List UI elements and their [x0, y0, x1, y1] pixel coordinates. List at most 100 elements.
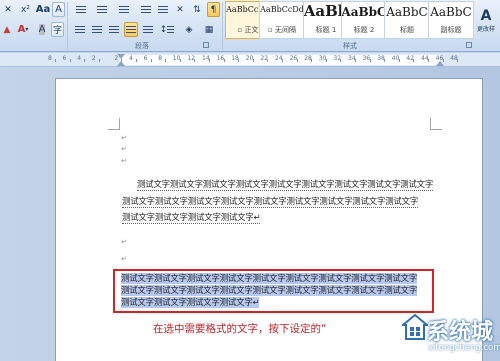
text-line[interactable]: 测试文字测试文字测试文字测试文字测试文字测试文字测试文字测试文字测试文字: [137, 179, 433, 191]
character-shading-button[interactable]: A: [36, 22, 48, 37]
numbered-list-icon: [97, 6, 107, 13]
style-tile-title[interactable]: AaBbC 标题: [384, 1, 430, 39]
align-center-icon: [92, 26, 102, 33]
borders-button[interactable]: ▦: [200, 22, 218, 37]
ruler-tick: [194, 59, 196, 62]
ruler-number: 2: [91, 55, 96, 62]
style-name: ▫ 正文: [237, 26, 259, 34]
align-right-button[interactable]: [107, 22, 121, 37]
change-styles-button[interactable]: A 更改样: [474, 1, 498, 39]
ruler-number: 4: [77, 55, 82, 62]
ruler-number: 6: [143, 55, 148, 62]
decrease-indent-button[interactable]: [139, 2, 153, 17]
styles-group-label: 样式: [343, 42, 357, 50]
line-spacing-button[interactable]: ↕: [158, 22, 176, 37]
bullet-list-button[interactable]: [72, 2, 90, 17]
house-logo-icon: [402, 313, 428, 340]
styles-dialog-launcher[interactable]: [466, 42, 472, 48]
first-line-indent-marker[interactable]: [117, 54, 125, 59]
style-sample: AaBbCcDd: [260, 5, 304, 14]
right-indent-marker[interactable]: [436, 61, 444, 66]
bullets-button[interactable]: ✕: [1, 2, 15, 17]
paragraph-mark: ↵: [121, 145, 127, 153]
ruler-tick: [136, 59, 137, 62]
ruler-tick: [238, 59, 240, 62]
enclose-character-button[interactable]: 字: [51, 22, 64, 37]
align-right-icon: [109, 26, 119, 33]
annotation-caption: 在选中需要格式的文字，按下设定的“: [153, 323, 327, 335]
ruler-tick: [179, 59, 181, 62]
align-left-icon: [75, 26, 85, 33]
paragraph-mark: ↵: [121, 238, 127, 246]
style-tile-heading-2[interactable]: AaBbC 标题 2: [341, 1, 387, 39]
ruler-tick: [296, 59, 298, 62]
margin-corner-marker: [430, 118, 442, 130]
ruler-tick: [209, 59, 210, 62]
align-center-button[interactable]: [90, 22, 104, 37]
paragraph-mark: ↵: [121, 134, 127, 142]
ruler-tick: [413, 59, 415, 62]
increase-indent-button[interactable]: [156, 2, 170, 17]
style-name: 标题 2: [353, 26, 375, 34]
ruler-tick: [98, 59, 100, 62]
margin-corner-marker: [108, 118, 120, 130]
style-name: ▫ 无间隔: [268, 26, 296, 34]
style-name: 副标题: [440, 26, 462, 34]
font-color-button[interactable]: A ▾: [14, 22, 32, 37]
multilevel-list-icon: [119, 6, 129, 13]
ruler-tick: [325, 59, 327, 62]
paragraph-group-label: 段落: [135, 42, 149, 50]
change-styles-icon: A: [480, 7, 492, 24]
style-tile-subtitle[interactable]: AaBbC 副标题: [428, 1, 474, 39]
ruler-tick: [428, 59, 429, 62]
superscript-button[interactable]: x²: [19, 2, 32, 17]
show-marks-button[interactable]: ¶: [207, 2, 220, 17]
ruler-tick: [69, 59, 71, 62]
align-left-button[interactable]: [73, 22, 87, 37]
distributed-button[interactable]: [141, 22, 155, 37]
justify-button[interactable]: [124, 22, 138, 37]
paragraph-mark: ↵: [121, 255, 127, 263]
ruler-tick: [252, 59, 254, 62]
ruler-tick: [223, 59, 225, 62]
style-tile-no-spacing[interactable]: AaBbCcDd ▫ 无间隔: [259, 1, 305, 39]
site-watermark: 系统城 xitongcheng.com: [400, 311, 500, 361]
ribbon: ✕ x² Aa A ✕ ⇅ ¶ ▲ A ▾ A 字 ↕ ◈ ▦ 段落 AaBbC…: [0, 0, 500, 52]
line-spacing-icon: [167, 26, 175, 33]
ruler-number: 8: [158, 55, 163, 62]
ruler-tick: [165, 59, 167, 62]
style-name: 标题: [400, 26, 414, 34]
ruler-tick: [282, 59, 283, 62]
horizontal-ruler[interactable]: 8 6 4 2 2 4 6 8 10 12 14 16 18 20 22 24 26 28 30 32 34 36 38 40…: [0, 53, 500, 67]
text-line[interactable]: 测试文字测试文字测试文字测试文字↵: [122, 212, 261, 224]
text-line[interactable]: 测试文字测试文字测试文字测试文字测试文字测试文字测试文字测试文字测试文字: [122, 196, 418, 208]
watermark-url: xitongcheng.com: [428, 343, 500, 353]
chinese-layout-button[interactable]: ✕: [173, 2, 187, 17]
distributed-icon: [143, 26, 153, 33]
bullet-list-icon: [76, 6, 86, 13]
ruler-tick: [369, 59, 371, 62]
ruler-number: 4: [129, 55, 133, 62]
ruler-tick: [384, 59, 386, 62]
ruler-number: 6: [62, 55, 67, 62]
paragraph-dialog-launcher[interactable]: [203, 42, 209, 48]
watermark-logo-text: 系统城: [427, 320, 494, 345]
ruler-tick: [55, 59, 56, 62]
shading-button[interactable]: ◈: [180, 22, 198, 37]
sort-button[interactable]: ⇅: [190, 2, 204, 17]
increase-indent-icon: [158, 6, 168, 13]
change-styles-label: 更改样: [476, 25, 495, 33]
justify-icon: [126, 26, 136, 33]
ruler-tick: [340, 59, 342, 62]
hanging-indent-marker[interactable]: [117, 61, 125, 66]
style-sample: AaBbC: [430, 5, 472, 19]
numbered-list-button[interactable]: [93, 2, 111, 17]
style-name: 标题 1: [315, 26, 337, 34]
ruler-tick: [267, 59, 269, 62]
character-border-button[interactable]: A: [52, 2, 65, 17]
multilevel-list-button[interactable]: [115, 2, 133, 17]
highlight-button[interactable]: ▲: [2, 22, 12, 37]
style-sample: AaBbC: [341, 5, 387, 19]
ruler-tick: [398, 59, 400, 62]
font-case-button[interactable]: Aa: [36, 2, 51, 17]
